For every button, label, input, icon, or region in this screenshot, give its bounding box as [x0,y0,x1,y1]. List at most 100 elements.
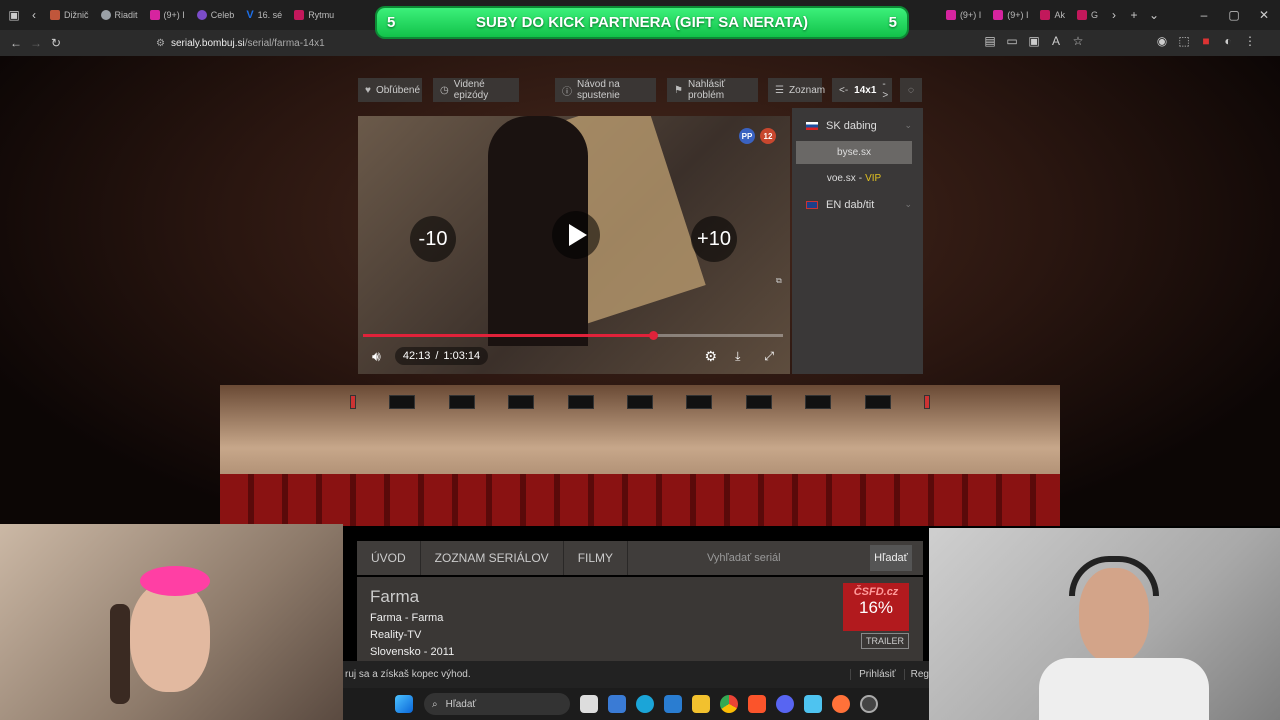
tab-label: Dižnič [64,10,89,20]
settings-icon[interactable]: ⚙ [705,348,718,365]
lamp [389,395,416,409]
screenshot-icon[interactable]: ▭ [1002,34,1022,48]
host-voe-label: voe.sx [826,173,856,184]
tab-3[interactable]: Celeb [191,4,241,26]
next-episode-button[interactable]: -> [882,79,888,101]
tab-2[interactable]: (9+) I [144,4,191,26]
host-voe[interactable]: voe.sx - VIP [796,167,912,190]
tab-6[interactable]: (9+) I [940,4,987,26]
profile-icon[interactable]: ◉ [1152,34,1172,48]
nav-uvod[interactable]: ÚVOD [357,541,421,575]
lamp [805,395,832,409]
save-icon[interactable]: ▣ [1024,34,1044,48]
flag-icon: ⚑ [674,84,683,96]
watched-episodes-button[interactable]: ◷ Videné epizódy [433,78,519,102]
lamp [745,395,772,409]
nav-films[interactable]: FILMY [564,541,629,575]
show-title: Farma [370,587,420,606]
list-label: Zoznam [788,84,826,96]
progress-handle[interactable] [648,331,658,340]
reader-mode-icon[interactable]: ▤ [980,34,1000,48]
en-dab-selector[interactable]: EN dab/tit ⌄ [796,193,912,216]
store-icon[interactable] [608,695,626,713]
theater-seats [220,474,1060,526]
stage-lights [350,390,930,414]
copilot-icon[interactable]: ◐ [1218,34,1238,48]
menu-icon[interactable]: ⋮ [1240,34,1260,48]
tab-favicon-icon [294,10,305,20]
brave-icon[interactable] [748,695,766,713]
tab-label: Celeb [210,10,235,20]
task-view-icon[interactable] [580,695,598,713]
tab-7[interactable]: (9+) I [987,4,1034,26]
chrome-icon[interactable] [720,695,738,713]
play-button[interactable] [552,211,600,259]
forward-icon[interactable]: → [26,36,46,50]
search-input[interactable]: Vyhľadať seriál [703,546,869,570]
time-separator: / [435,350,439,362]
tab-actions-icon[interactable]: ▣ [4,8,24,22]
report-problem-button[interactable]: ⚑ Nahlásiť problém [667,78,758,102]
nav-serials[interactable]: ZOZNAM SERIÁLOV [421,541,564,575]
star-icon[interactable]: ☆ [1068,34,1088,48]
search-button[interactable]: Hľadať [870,545,912,571]
volume-icon[interactable]: 🔊︎ [372,348,381,365]
taskbar-search[interactable]: ⌕ Hľadať [424,693,570,715]
discord-icon[interactable] [776,695,794,713]
extension-red-icon[interactable]: ■ [1196,34,1216,48]
reload-icon[interactable]: ↻ [46,36,66,50]
favorites-button[interactable]: ♥ Obľúbené [358,78,422,102]
chevron-down-icon: ⌄ [904,199,912,209]
tab-1[interactable]: Riadit [95,4,144,26]
fullscreen-icon[interactable]: ⤢ [764,349,774,364]
host-byse[interactable]: byse.sx [796,141,912,164]
obs-icon[interactable] [860,695,878,713]
site-info-icon[interactable]: ⚙ [156,38,165,49]
uk-flag-icon [806,200,818,209]
list-button[interactable]: ☰ Zoznam [768,78,826,102]
tab-5[interactable]: Rytmu [288,4,340,26]
duration: 1:03:14 [443,350,481,362]
file-explorer-icon[interactable] [692,695,710,713]
download-icon[interactable]: ⤓ [735,349,740,364]
lamp [350,395,356,409]
guide-button[interactable]: ⓘ Návod na spustenie [555,78,656,102]
video-player[interactable]: PP 12 -10 +10 ⧉ 🔊︎ 42:13 / 1:03:14 ⚙ ⤓ ⤢ [358,116,790,374]
tab-9[interactable]: G [1071,4,1104,26]
prev-episode-button[interactable]: <- [839,85,848,96]
back-icon[interactable]: ← [6,36,26,50]
firefox-icon[interactable] [832,695,850,713]
pip-icon[interactable]: ⧉ [776,276,782,286]
chevron-down-icon: ⌄ [904,120,912,130]
show-genre: Reality-TV [370,629,422,641]
tab-8[interactable]: Ak [1034,4,1071,26]
sk-dabing-selector[interactable]: SK dabing ⌄ [796,114,912,137]
register-link[interactable]: Reg [903,669,929,680]
photos-icon[interactable] [664,695,682,713]
tab-list-icon[interactable]: ⌄ [1144,8,1164,22]
skip-forward-button[interactable]: +10 [691,216,737,262]
tab-4[interactable]: V 16. sé [240,4,288,26]
csfd-score[interactable]: ČSFD.cz 16% [843,583,909,631]
translate-icon[interactable]: A [1046,34,1066,48]
extensions-icon[interactable]: ⬚ [1174,34,1194,48]
trailer-button[interactable]: TRAILER [861,633,909,649]
windows-start-icon[interactable] [395,695,413,713]
episode-switcher: <- 14x1 -> [832,78,892,102]
tab-label: Ak [1054,10,1065,20]
new-tab-icon[interactable]: + [1124,8,1144,22]
tab-0[interactable]: Dižnič [44,4,95,26]
maximize-icon[interactable]: ▢ [1224,8,1244,22]
skip-back-button[interactable]: -10 [410,216,456,262]
notepad-icon[interactable] [804,695,822,713]
login-link[interactable]: Prihlásiť [850,669,904,680]
edge-icon[interactable] [636,695,654,713]
youtube-icon [1040,10,1051,20]
chevron-right-icon[interactable]: › [1104,8,1124,22]
progress-bar[interactable] [363,331,783,340]
current-time: 42:13 [402,350,431,362]
hide-button[interactable]: ◌ [900,78,922,102]
minimize-icon[interactable]: – [1194,8,1214,22]
close-icon[interactable]: ✕ [1254,8,1274,22]
chevron-left-icon[interactable]: ‹ [24,8,44,22]
